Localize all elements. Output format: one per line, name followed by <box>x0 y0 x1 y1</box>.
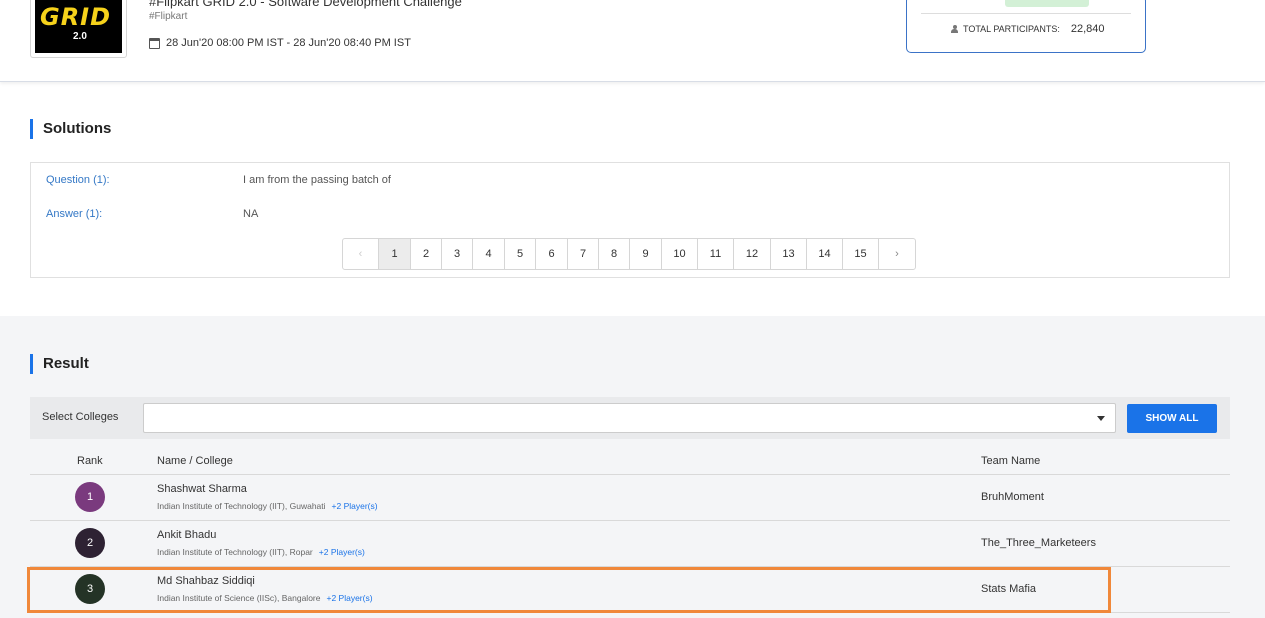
player-name: Ankit Bhadu <box>157 529 217 541</box>
event-header: GRID 2.0 #Flipkart GRID 2.0 - Software D… <box>0 0 1265 82</box>
page-1-button[interactable]: 1 <box>379 239 411 269</box>
page-7-button[interactable]: 7 <box>568 239 599 269</box>
user-icon <box>951 25 958 33</box>
solutions-box: Question (1): I am from the passing batc… <box>30 162 1230 278</box>
event-tag: #Flipkart <box>149 11 188 22</box>
page-15-button[interactable]: 15 <box>843 239 879 269</box>
name-column-header: Name / College <box>157 455 233 467</box>
players-link[interactable]: +2 Player(s) <box>332 501 378 511</box>
player-name: Shashwat Sharma <box>157 483 247 495</box>
team-name: Stats Mafia <box>981 583 1037 595</box>
college-filter-bar: Select Colleges SHOW ALL <box>30 397 1230 439</box>
page-4-button[interactable]: 4 <box>473 239 505 269</box>
show-all-button[interactable]: SHOW ALL <box>1127 404 1217 433</box>
event-date-text: 28 Jun'20 08:00 PM IST - 28 Jun'20 08:40… <box>166 37 411 49</box>
divider <box>921 13 1131 14</box>
calendar-icon <box>149 37 160 49</box>
page-5-button[interactable]: 5 <box>505 239 536 269</box>
rank-column-header: Rank <box>77 455 103 467</box>
page-13-button[interactable]: 13 <box>771 239 807 269</box>
page-2-button[interactable]: 2 <box>411 239 442 269</box>
register-button[interactable] <box>1005 0 1089 7</box>
rank-badge: 3 <box>75 574 105 604</box>
college-name: Indian Institute of Science (IISc), Bang… <box>157 593 321 603</box>
page-11-button[interactable]: 11 <box>698 239 734 269</box>
rank-badge: 1 <box>75 482 105 512</box>
question-label: Question (1): <box>46 174 110 186</box>
team-column-header: Team Name <box>981 455 1041 467</box>
answer-label: Answer (1): <box>46 208 103 220</box>
event-title: #Flipkart GRID 2.0 - Software Developmen… <box>149 0 462 9</box>
college-select[interactable] <box>143 403 1116 433</box>
page-9-button[interactable]: 9 <box>630 239 662 269</box>
logo-version: 2.0 <box>73 31 87 42</box>
table-row: 1 Shashwat Sharma Indian Institute of Te… <box>30 475 1230 521</box>
table-row: 3 Md Shahbaz Siddiqi Indian Institute of… <box>30 567 1230 613</box>
team-name: BruhMoment <box>981 491 1044 503</box>
page-8-button[interactable]: 8 <box>599 239 630 269</box>
college-name: Indian Institute of Technology (IIT), Ro… <box>157 547 313 557</box>
rank-badge: 2 <box>75 528 105 558</box>
caret-down-icon <box>1097 416 1105 421</box>
page-14-button[interactable]: 14 <box>807 239 843 269</box>
participants-label: TOTAL PARTICIPANTS: <box>963 24 1060 34</box>
college-name: Indian Institute of Technology (IIT), Gu… <box>157 501 326 511</box>
players-link[interactable]: +2 Player(s) <box>319 547 365 557</box>
participants-value: 22,840 <box>1070 23 1105 35</box>
players-link[interactable]: +2 Player(s) <box>326 593 372 603</box>
filter-label: Select Colleges <box>42 411 119 423</box>
page-6-button[interactable]: 6 <box>536 239 568 269</box>
result-heading: Result <box>30 354 89 374</box>
table-row: 2 Ankit Bhadu Indian Institute of Techno… <box>30 521 1230 567</box>
page-10-button[interactable]: 10 <box>662 239 698 269</box>
question-text: I am from the passing batch of <box>243 174 391 186</box>
participants-card: TOTAL PARTICIPANTS: 22,840 <box>906 0 1146 53</box>
player-college: Indian Institute of Science (IISc), Bang… <box>157 593 373 603</box>
page-12-button[interactable]: 12 <box>734 239 771 269</box>
player-college: Indian Institute of Technology (IIT), Ro… <box>157 547 365 557</box>
participants-row: TOTAL PARTICIPANTS: 22,840 <box>951 23 1105 35</box>
event-logo: GRID 2.0 <box>30 0 127 58</box>
pagination: ‹ 1 2 3 4 5 6 7 8 9 10 11 12 13 14 15 › <box>342 238 916 270</box>
logo-text: GRID <box>40 3 112 31</box>
player-college: Indian Institute of Technology (IIT), Gu… <box>157 501 378 511</box>
pagination-prev-button[interactable]: ‹ <box>343 239 379 269</box>
player-name: Md Shahbaz Siddiqi <box>157 575 255 587</box>
team-name: The_Three_Marketeers <box>981 537 1096 549</box>
pagination-next-button[interactable]: › <box>879 239 915 269</box>
event-date: 28 Jun'20 08:00 PM IST - 28 Jun'20 08:40… <box>149 37 411 49</box>
page-3-button[interactable]: 3 <box>442 239 473 269</box>
solutions-heading: Solutions <box>30 119 111 139</box>
results-table-header: Rank Name / College Team Name <box>30 449 1230 475</box>
answer-text: NA <box>243 208 259 220</box>
